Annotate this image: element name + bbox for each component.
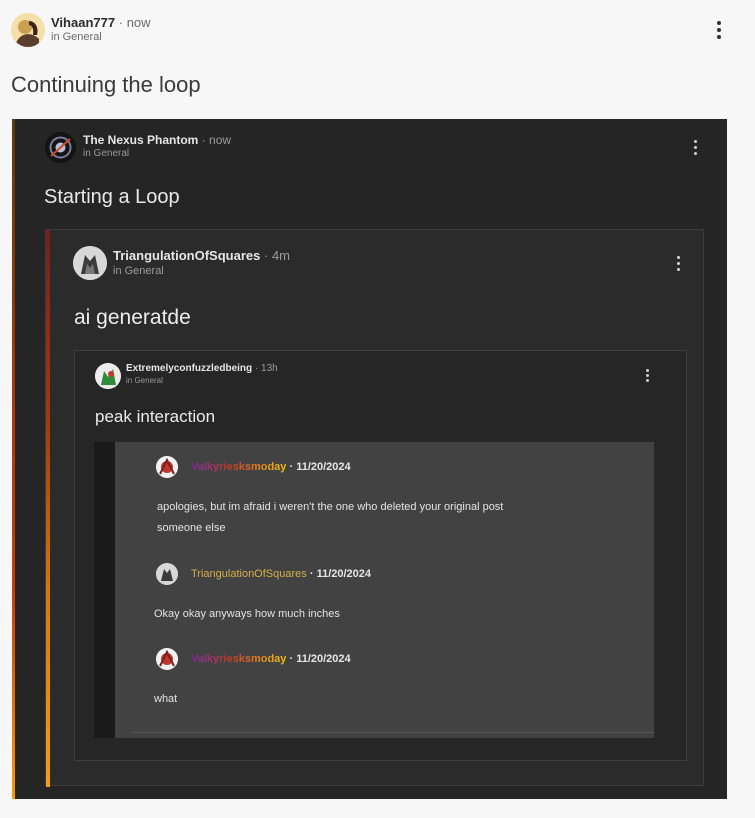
username: TriangulationOfSquares xyxy=(191,568,307,580)
kebab-menu-icon xyxy=(677,256,680,271)
avatar xyxy=(156,563,178,585)
embedded-screenshot: Extremelyconfuzzledbeing · 13h in Genera… xyxy=(74,350,687,761)
message-date: 11/20/2024 xyxy=(316,568,372,580)
separator: · xyxy=(118,15,124,30)
shot3-title: peak interaction xyxy=(95,407,216,426)
post-time: 4m xyxy=(271,248,291,263)
post-time: now xyxy=(126,15,151,30)
shot2-title: ai generatde xyxy=(74,306,191,329)
kebab-menu-icon[interactable] xyxy=(717,21,721,39)
message-date: 11/20/2024 xyxy=(296,461,351,473)
avatar xyxy=(156,456,178,478)
message-author: Valkyriesksmoday · 11/20/2024 xyxy=(191,653,351,665)
message-line: what xyxy=(154,693,178,705)
shot1-title: Starting a Loop xyxy=(44,186,180,208)
avatar xyxy=(156,648,178,670)
message-date: 11/20/2024 xyxy=(296,653,351,665)
shot2-subforum: in General xyxy=(113,265,164,277)
embedded-screenshot: The Nexus Phantom · now in General Start… xyxy=(12,119,727,799)
author-name[interactable]: Vihaan777 xyxy=(51,15,115,30)
shot1-author: The Nexus Phantom · now xyxy=(83,133,231,147)
kebab-menu-icon xyxy=(646,369,649,382)
separator: · xyxy=(254,363,259,374)
embedded-screenshot: TriangulationOfSquares · 4m in General a… xyxy=(45,229,704,787)
separator: · xyxy=(201,133,206,147)
author-name: Extremelyconfuzzledbeing xyxy=(126,363,253,374)
kebab-menu-icon xyxy=(694,140,697,155)
post-title: Continuing the loop xyxy=(11,72,201,97)
post-time: now xyxy=(209,133,232,147)
divider xyxy=(132,732,654,733)
separator: · xyxy=(263,248,269,263)
message-line: Okay okay anyways how much inches xyxy=(154,608,340,620)
post-author[interactable]: Vihaan777 · now xyxy=(51,15,151,30)
decorative-stripe xyxy=(46,230,50,787)
decorative-bar xyxy=(94,442,115,738)
post-time: 13h xyxy=(261,363,278,374)
message-author: Valkyriesksmoday · 11/20/2024 xyxy=(191,461,351,473)
avatar[interactable] xyxy=(11,13,45,47)
shot1-subforum: in General xyxy=(83,148,130,159)
avatar xyxy=(73,246,107,280)
avatar xyxy=(45,132,76,163)
chat-screenshot: Valkyriesksmoday · 11/20/2024 apologies,… xyxy=(94,442,654,738)
username: Valkyriesksmoday xyxy=(191,653,287,665)
avatar xyxy=(95,363,121,389)
author-name: The Nexus Phantom xyxy=(83,133,199,147)
shot3-subforum: in General xyxy=(126,376,163,385)
decorative-stripe xyxy=(12,119,15,799)
author-name: TriangulationOfSquares xyxy=(113,248,261,263)
post-subforum[interactable]: in General xyxy=(51,31,102,43)
shot2-author: TriangulationOfSquares · 4m xyxy=(113,248,290,263)
message-author: TriangulationOfSquares · 11/20/2024 xyxy=(191,568,372,580)
shot3-author: Extremelyconfuzzledbeing · 13h xyxy=(126,363,278,374)
username: Valkyriesksmoday xyxy=(191,461,287,473)
message-line: apologies, but im afraid i weren't the o… xyxy=(157,501,504,513)
message-line: someone else xyxy=(157,522,226,534)
